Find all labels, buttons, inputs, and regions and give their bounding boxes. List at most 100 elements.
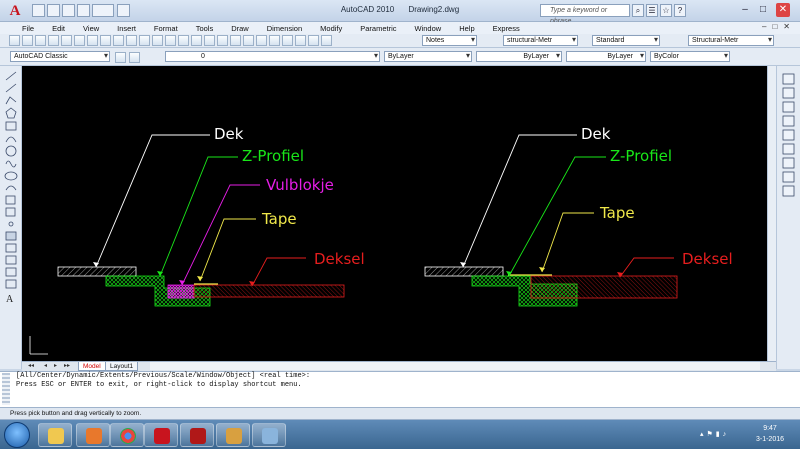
taskbar-chrome-icon[interactable] — [110, 423, 144, 447]
copy-icon[interactable] — [113, 35, 124, 46]
zoom-window-icon[interactable] — [217, 35, 228, 46]
menu-window[interactable]: Window — [415, 24, 442, 33]
plot-style-select[interactable]: ByColor — [650, 51, 730, 62]
standard-toolbar-icons — [8, 34, 333, 47]
lineweight-select[interactable]: ByLayer — [566, 51, 646, 62]
color-select[interactable]: ByLayer — [384, 51, 472, 62]
command-line[interactable]: [All/Center/Dynamic/Extents/Previous/Sca… — [0, 371, 800, 408]
menu-view[interactable]: View — [83, 24, 99, 33]
system-tray-icons[interactable]: ▴⚑▮♪ — [700, 430, 744, 440]
qnew-icon[interactable] — [9, 35, 20, 46]
markup-icon[interactable] — [295, 35, 306, 46]
taskbar-autocad-2-icon[interactable] — [216, 423, 250, 447]
redo-tb-icon[interactable] — [178, 35, 189, 46]
taskbar-autocad-icon[interactable] — [180, 423, 214, 447]
menu-file[interactable]: File — [22, 24, 34, 33]
communication-center-icon[interactable]: ☰ — [646, 4, 658, 17]
menu-bar: File Edit View Insert Format Tools Draw … — [0, 22, 800, 34]
svg-text:A: A — [6, 294, 14, 305]
draw-toolbar: A — [0, 66, 22, 369]
3d-dwf-icon[interactable] — [87, 35, 98, 46]
save-tb-icon[interactable] — [35, 35, 46, 46]
modify-toolbar — [776, 66, 800, 369]
search-button[interactable]: ⌕ — [632, 4, 644, 17]
taskbar-media-player-icon[interactable] — [76, 423, 110, 447]
app-name: AutoCAD 2010 — [340, 5, 395, 14]
cut-icon[interactable] — [100, 35, 111, 46]
text-style-select[interactable]: Notes — [422, 35, 477, 46]
help-icon[interactable]: ? — [674, 4, 686, 17]
quickcalc-icon[interactable] — [308, 35, 319, 46]
tab-model[interactable]: Model — [78, 362, 106, 371]
label-tape-left: Tape — [261, 210, 297, 228]
layer-select[interactable]: 0 — [165, 51, 380, 62]
status-bar: Press pick button and drag vertically to… — [0, 408, 800, 420]
vertical-scrollbar[interactable] — [767, 66, 776, 361]
linetype-select[interactable]: ByLayer — [476, 51, 562, 62]
menu-express[interactable]: Express — [493, 24, 520, 33]
help-tb-icon[interactable] — [321, 35, 332, 46]
detail-right: Dek Z-Profiel Tape Deksel — [424, 125, 733, 307]
document-name: Drawing2.dwg — [408, 5, 460, 14]
document-window-controls[interactable]: –□✕ — [762, 22, 796, 31]
search-input[interactable]: Type a keyword or phrase — [540, 4, 630, 25]
label-z-profiel-left: Z-Profiel — [242, 147, 304, 165]
detail-left: Dek Z-Profiel Vulblokje Tape Deksel — [57, 125, 365, 307]
menu-insert[interactable]: Insert — [117, 24, 136, 33]
draw-toolbar-icons: A — [4, 71, 18, 305]
mleader-style-select[interactable]: Structural-Metr — [688, 35, 774, 46]
zoom-realtime-icon[interactable] — [204, 35, 215, 46]
drawing-area[interactable]: Dek Z-Profiel Vulblokje Tape Deksel Dek … — [22, 66, 767, 361]
favorites-icon[interactable]: ☆ — [660, 4, 672, 17]
design-center-icon[interactable] — [256, 35, 267, 46]
workspace-select[interactable]: AutoCAD Classic — [10, 51, 110, 62]
sheet-set-icon[interactable] — [282, 35, 293, 46]
tool-palettes-icon[interactable] — [269, 35, 280, 46]
undo-tb-icon[interactable] — [165, 35, 176, 46]
layer-properties-icon[interactable] — [129, 52, 140, 63]
tab-layout1[interactable]: Layout1 — [105, 362, 139, 371]
command-line-grip[interactable] — [2, 373, 10, 405]
tab-nav-first-icon[interactable]: ◂◂ — [28, 362, 34, 369]
publish-icon[interactable] — [74, 35, 85, 46]
horizontal-scrollbar[interactable] — [150, 362, 760, 370]
open-icon[interactable] — [22, 35, 33, 46]
tab-nav-prev-icon[interactable]: ◂ — [44, 362, 47, 369]
tab-nav-last-icon[interactable]: ▸▸ — [64, 362, 70, 369]
vulblokje-left-shape — [167, 284, 195, 299]
menu-format[interactable]: Format — [154, 24, 178, 33]
block-editor-icon[interactable] — [152, 35, 163, 46]
paste-icon[interactable] — [126, 35, 137, 46]
properties-icon[interactable] — [243, 35, 254, 46]
dim-style-select[interactable]: structural-Metr — [503, 35, 578, 46]
preview-icon[interactable] — [61, 35, 72, 46]
menu-dimension[interactable]: Dimension — [267, 24, 302, 33]
start-button[interactable] — [4, 422, 30, 448]
zoom-previous-icon[interactable] — [230, 35, 241, 46]
minimize-icon[interactable]: – — [738, 3, 752, 17]
menu-help[interactable]: Help — [459, 24, 474, 33]
table-style-select[interactable]: Standard — [592, 35, 660, 46]
menu-parametric[interactable]: Parametric — [360, 24, 396, 33]
pan-icon[interactable] — [191, 35, 202, 46]
taskbar-explorer-icon[interactable] — [38, 423, 72, 447]
label-dek-right: Dek — [581, 125, 611, 143]
drawing-canvas[interactable]: Dek Z-Profiel Vulblokje Tape Deksel Dek … — [22, 66, 767, 361]
menu-edit[interactable]: Edit — [52, 24, 65, 33]
maximize-icon[interactable]: □ — [756, 3, 770, 17]
menu-draw[interactable]: Draw — [231, 24, 249, 33]
label-deksel-right: Deksel — [682, 250, 733, 268]
tab-nav-next-icon[interactable]: ▸ — [54, 362, 57, 369]
deksel-right-shape — [530, 275, 678, 299]
match-properties-icon[interactable] — [139, 35, 150, 46]
print-icon[interactable] — [48, 35, 59, 46]
menu-modify[interactable]: Modify — [320, 24, 342, 33]
taskbar-clock[interactable]: 9:47 3-1-2016 — [745, 423, 795, 445]
menu-tools[interactable]: Tools — [196, 24, 214, 33]
close-icon[interactable]: ✕ — [776, 3, 790, 17]
taskbar-window-icon[interactable] — [252, 423, 286, 447]
layer-name: 0 — [201, 53, 205, 60]
taskbar-solidworks-icon[interactable] — [144, 423, 178, 447]
modify-toolbar-icons — [782, 73, 795, 197]
workspace-settings-icon[interactable] — [115, 52, 126, 63]
